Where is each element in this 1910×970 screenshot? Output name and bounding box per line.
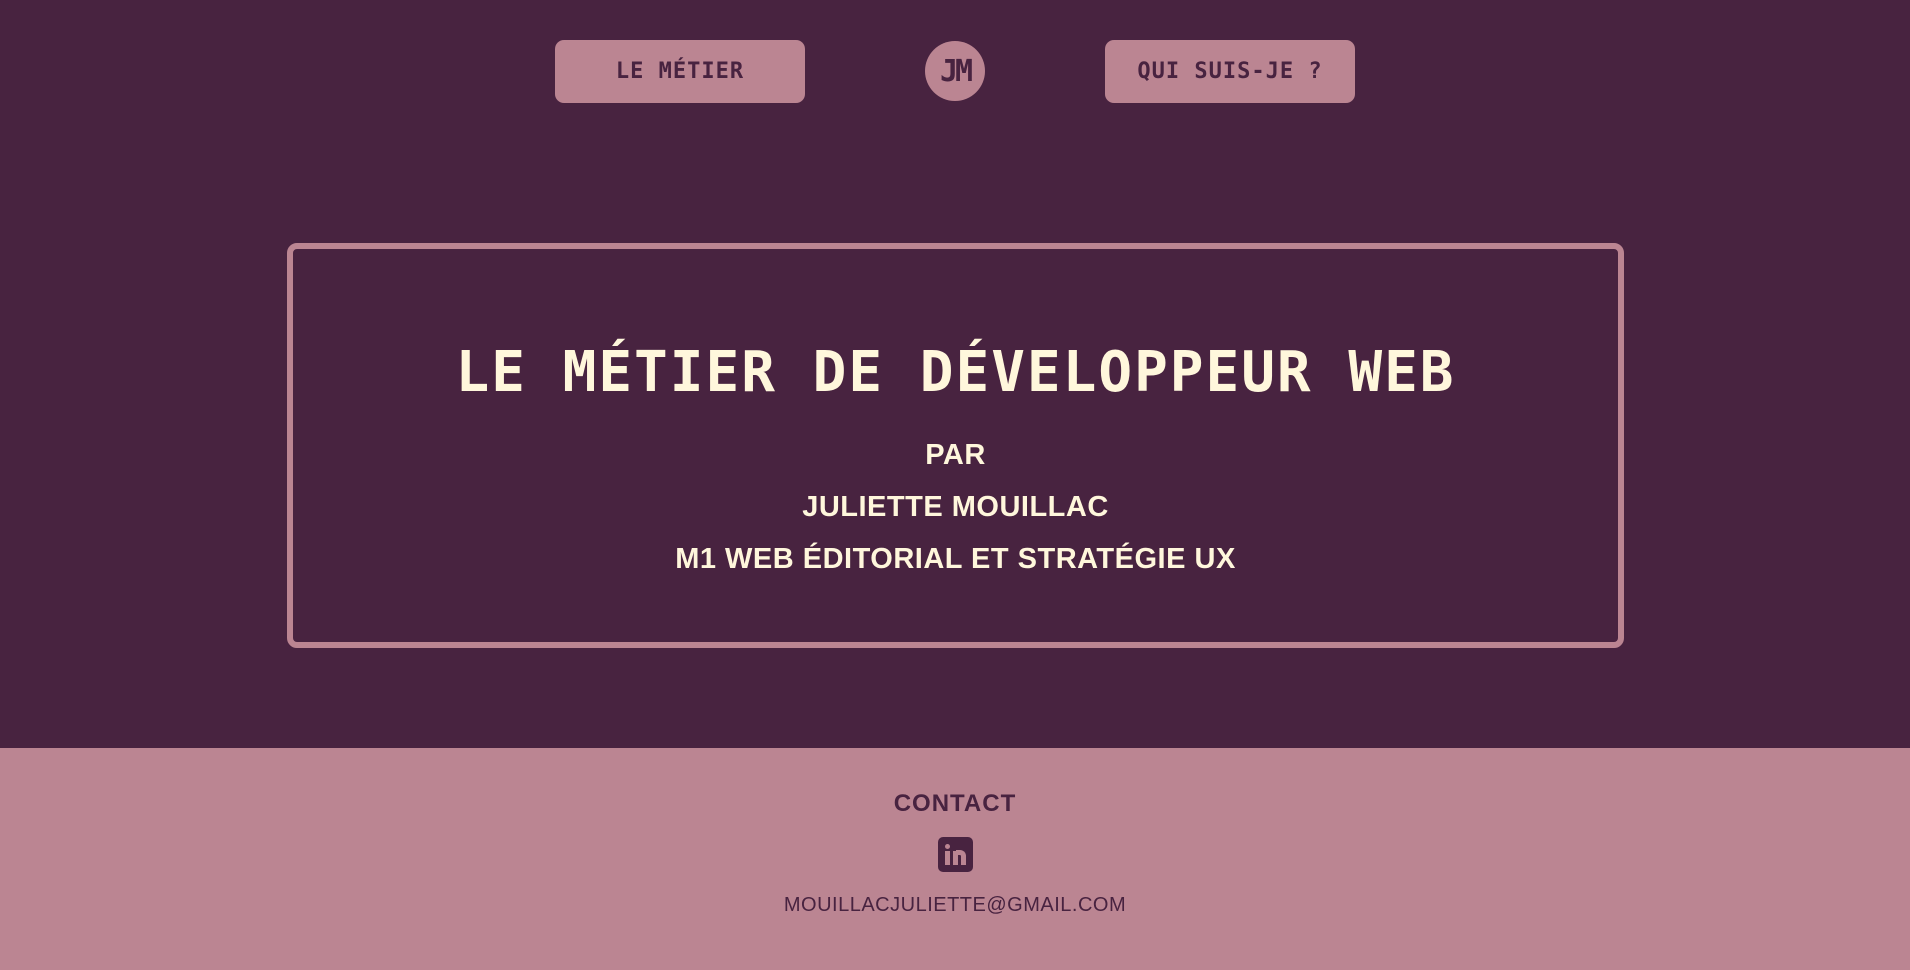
logo-jm[interactable]: JM	[925, 41, 985, 101]
footer: CONTACT MOUILLACJULIETTE@GMAIL.COM	[0, 748, 1910, 970]
nav-button-qui-suis-je[interactable]: QUI SUIS-JE ?	[1105, 40, 1355, 103]
hero-card: LE MÉTIER DE DÉVELOPPEUR WEB PAR JULIETT…	[287, 243, 1624, 648]
page-title: LE MÉTIER DE DÉVELOPPEUR WEB	[455, 340, 1456, 405]
top-nav: LE MÉTIER JM QUI SUIS-JE ?	[0, 40, 1910, 103]
hero-program: M1 WEB ÉDITORIAL ET STRATÉGIE UX	[675, 543, 1236, 575]
nav-button-le-metier-label: LE MÉTIER	[615, 59, 745, 84]
linkedin-icon-bar	[944, 851, 950, 865]
nav-button-le-metier[interactable]: LE MÉTIER	[555, 40, 805, 103]
nav-button-qui-suis-je-label: QUI SUIS-JE ?	[1137, 59, 1323, 84]
logo-text: JM	[939, 53, 973, 89]
contact-title: CONTACT	[893, 790, 1017, 817]
page: LE MÉTIER JM QUI SUIS-JE ? LE MÉTIER DE …	[0, 0, 1910, 970]
hero-by-label: PAR	[925, 439, 986, 471]
linkedin-icon-arc	[955, 850, 966, 865]
linkedin-icon[interactable]	[937, 837, 973, 872]
email-link[interactable]: MOUILLACJULIETTE@GMAIL.COM	[0, 894, 1910, 917]
hero-author: JULIETTE MOUILLAC	[802, 491, 1109, 523]
linkedin-icon-dot	[944, 844, 950, 849]
